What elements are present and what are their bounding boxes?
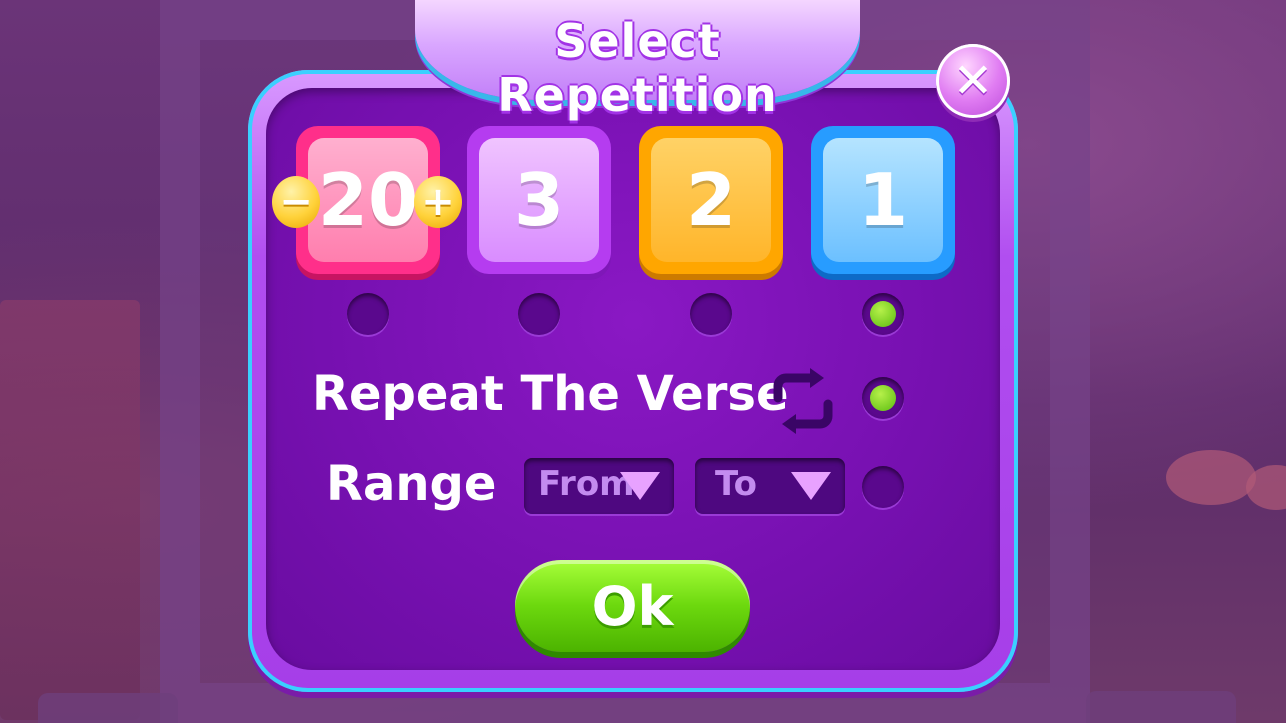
background-building: [0, 300, 140, 720]
repetition-value: 3: [513, 158, 565, 242]
range-from-dropdown[interactable]: From: [524, 458, 674, 514]
radio-repetition-2[interactable]: [690, 293, 732, 335]
repeat-icon: [773, 368, 833, 434]
dropdown-arrow-icon: [791, 472, 831, 500]
repetition-tile-1[interactable]: 1: [811, 126, 955, 274]
background-bottom-right-tab: [1086, 691, 1236, 723]
dialog-title: Select Repetition: [497, 14, 778, 122]
decrement-button[interactable]: −: [272, 176, 320, 228]
range-to-label: To: [715, 464, 758, 504]
repetition-tile-2[interactable]: 2: [639, 126, 783, 274]
background-decoration: [1166, 450, 1256, 505]
repetition-value: 2: [685, 158, 737, 242]
repeat-verse-label: Repeat The Verse: [312, 366, 789, 422]
repeat-verse-radio[interactable]: [862, 377, 904, 419]
range-to-dropdown[interactable]: To: [695, 458, 845, 514]
ok-button[interactable]: Ok: [515, 560, 750, 652]
radio-repetition-3[interactable]: [518, 293, 560, 335]
repetition-value: 1: [857, 158, 909, 242]
radio-repetition-1[interactable]: [862, 293, 904, 335]
increment-button[interactable]: +: [414, 176, 462, 228]
plus-icon: +: [421, 179, 455, 225]
close-icon: ✕: [952, 53, 994, 109]
custom-repetition-value: 20: [317, 158, 419, 242]
dropdown-arrow-icon: [620, 472, 660, 500]
close-button[interactable]: ✕: [936, 44, 1010, 118]
range-label: Range: [326, 456, 497, 512]
repetition-tile-3[interactable]: 3: [467, 126, 611, 274]
ok-label: Ok: [591, 574, 674, 638]
range-radio[interactable]: [862, 466, 904, 508]
minus-icon: −: [279, 179, 313, 225]
radio-repetition-custom[interactable]: [347, 293, 389, 335]
background-bottom-left-tab: [38, 693, 178, 723]
